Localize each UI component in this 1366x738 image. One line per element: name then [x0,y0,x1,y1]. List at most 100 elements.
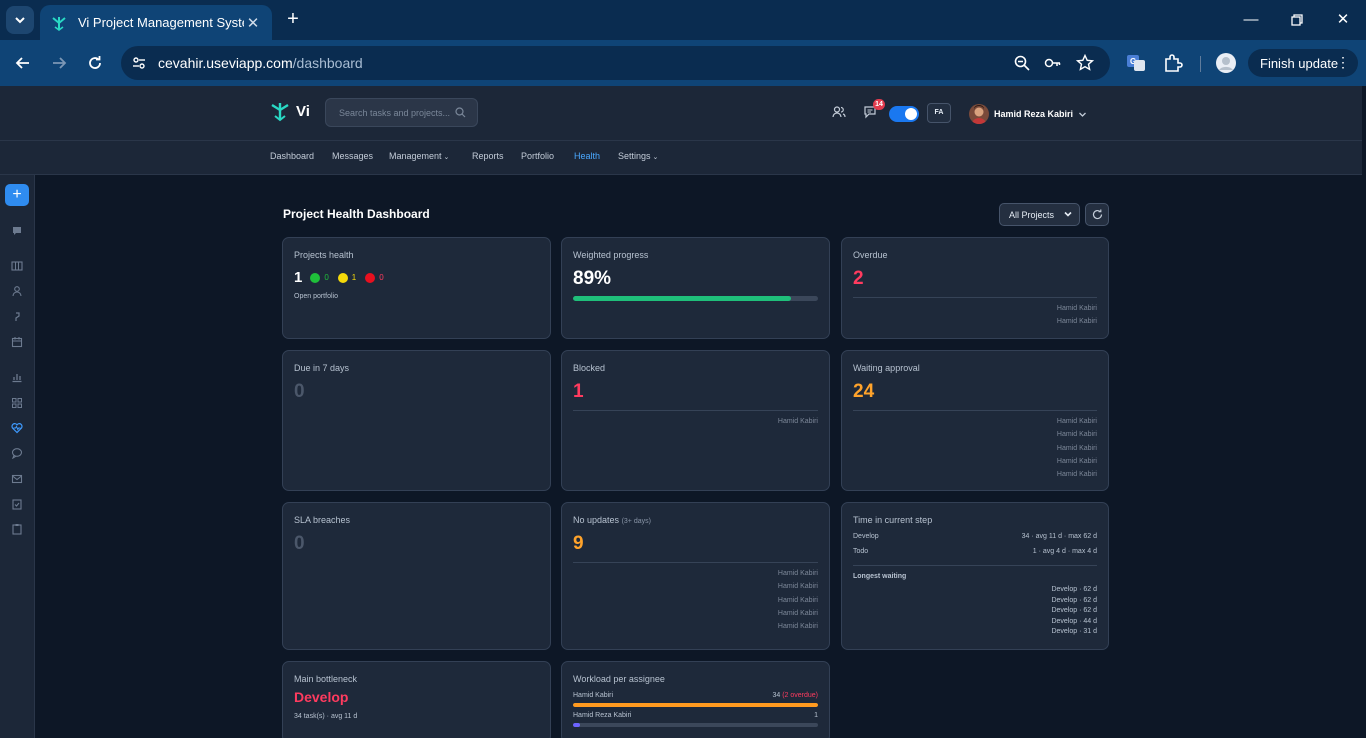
language-button[interactable]: FA [927,103,951,123]
longest-waiting-item: Develop · 62 d [1051,596,1097,604]
card-sla-breaches: SLA breaches 0 [282,502,551,650]
clipboard-icon[interactable] [11,523,23,535]
card-projects-health: Projects health 1 0 1 0 Open portfolio [282,237,551,339]
divider [853,565,1097,566]
nav-dashboard[interactable]: Dashboard [270,151,314,161]
translate-icon[interactable]: G [1126,53,1146,73]
card-title: Weighted progress [573,250,649,260]
address-bar[interactable]: cevahir.useviapp.com/dashboard [121,46,1110,80]
finish-update-label: Finish update [1260,55,1339,71]
reload-icon[interactable] [83,51,107,75]
browser-toolbar: cevahir.useviapp.com/dashboard G Finish … [0,40,1366,86]
workload-bar-fill [573,703,818,707]
grid-icon[interactable] [11,397,23,409]
back-icon[interactable] [11,51,35,75]
board-icon[interactable] [11,260,23,272]
nav-portfolio[interactable]: Portfolio [521,151,554,161]
open-portfolio-link[interactable]: Open portfolio [294,293,338,300]
chart-icon[interactable] [11,371,23,383]
no-updates-assignees: Hamid Kabiri Hamid Kabiri Hamid Kabiri H… [778,567,818,633]
app-header: Vi 14 FA Hamid Reza Kabiri [0,86,1362,141]
site-settings-icon[interactable] [131,55,147,71]
mail-icon[interactable] [11,473,23,485]
divider [853,297,1097,298]
toolbar-separator [1200,56,1201,72]
close-window-icon[interactable]: ✕ [1332,9,1354,31]
browser-tab-active[interactable]: Vi Project Management System ✕ [40,5,272,40]
chevron-down-icon: ⌄ [652,154,659,161]
notification-badge: 14 [873,99,885,110]
red-status-dot [365,272,376,283]
chat-icon[interactable] [11,225,23,237]
hook-icon[interactable] [11,311,23,323]
assignee-name: Hamid Kabiri [573,692,614,699]
theme-toggle[interactable] [889,106,919,122]
assignee-name: Hamid Reza Kabiri [573,712,632,719]
refresh-button[interactable] [1085,203,1109,226]
zoom-icon[interactable] [1013,54,1031,72]
chevron-down-icon [15,17,25,24]
assignee-name: Hamid Kabiri [777,418,818,425]
nav-settings[interactable]: Settings ⌄ [618,151,658,161]
health-summary: 1 0 1 0 [294,269,393,286]
more-menu-icon[interactable]: ⋮ [1336,54,1350,70]
user-menu[interactable]: Hamid Reza Kabiri [969,104,1087,124]
left-rail: + [0,175,35,738]
card-waiting-approval: Waiting approval 24 Hamid Kabiri Hamid K… [841,350,1109,491]
minimize-icon[interactable]: — [1240,9,1262,31]
users-icon[interactable] [832,105,846,119]
clipboard-check-icon[interactable] [11,498,23,510]
browser-tab-strip: Vi Project Management System ✕ + — ✕ [0,0,1366,40]
add-button[interactable]: + [5,184,29,206]
card-title: Waiting approval [853,363,920,373]
workload-count-value: 1 [814,712,818,719]
nav-reports[interactable]: Reports [472,151,504,161]
global-search[interactable] [325,98,478,127]
finish-update-button[interactable]: Finish update ⋮ [1248,49,1358,77]
extensions-puzzle-icon[interactable] [1163,53,1183,73]
workload-count: 34 (2 overdue) [772,692,818,699]
nav-health[interactable]: Health [574,151,600,161]
bookmark-star-icon[interactable] [1076,54,1094,72]
bottleneck-value: Develop [294,689,349,705]
app-logo[interactable]: Vi [270,100,310,122]
close-tab-icon[interactable]: ✕ [244,14,262,32]
blocked-assignees: Hamid Kabiri [778,415,818,428]
project-filter-select[interactable]: All Projects [999,203,1080,226]
step-name: Todo [853,548,869,555]
nav-settings-label: Settings [618,151,651,161]
weighted-progress-bar [573,296,818,301]
nav-management[interactable]: Management ⌄ [389,151,449,161]
health-icon[interactable] [11,422,23,434]
profile-avatar-icon[interactable] [1215,52,1237,74]
workload-bar [573,703,818,707]
user-icon[interactable] [11,285,23,297]
due-7-value: 0 [294,381,305,402]
divider [853,410,1097,411]
divider [573,410,818,411]
card-title: SLA breaches [294,515,351,525]
health-total: 1 [294,269,303,286]
card-no-updates: No updates (3+ days) 9 Hamid Kabiri Hami… [561,502,830,650]
calendar-icon[interactable] [11,336,23,348]
chevron-down-icon: ⌄ [443,154,450,161]
nav-messages[interactable]: Messages [332,151,373,161]
page-scrollbar[interactable] [1362,86,1366,738]
forward-icon[interactable] [47,51,71,75]
search-icon [455,107,466,118]
project-filter-value: All Projects [1009,209,1055,220]
message-icon[interactable] [11,447,23,459]
password-key-icon[interactable] [1044,54,1062,72]
assignee-name: Hamid Kabiri [777,609,818,617]
no-updates-title: No updates [573,515,620,525]
new-tab-button[interactable]: + [282,9,304,31]
workload-row: Hamid Reza Kabiri 1 [573,712,818,719]
step-stats: 1 · avg 4 d · max 4 d [1032,548,1097,555]
logo-text: Vi [296,102,310,120]
no-updates-subtitle: (3+ days) [621,518,651,525]
vi-logo-icon [52,16,66,31]
assignee-name: Hamid Kabiri [777,596,818,604]
tab-search-button[interactable] [6,6,34,34]
restore-icon[interactable] [1286,9,1308,31]
search-input[interactable] [339,107,451,118]
